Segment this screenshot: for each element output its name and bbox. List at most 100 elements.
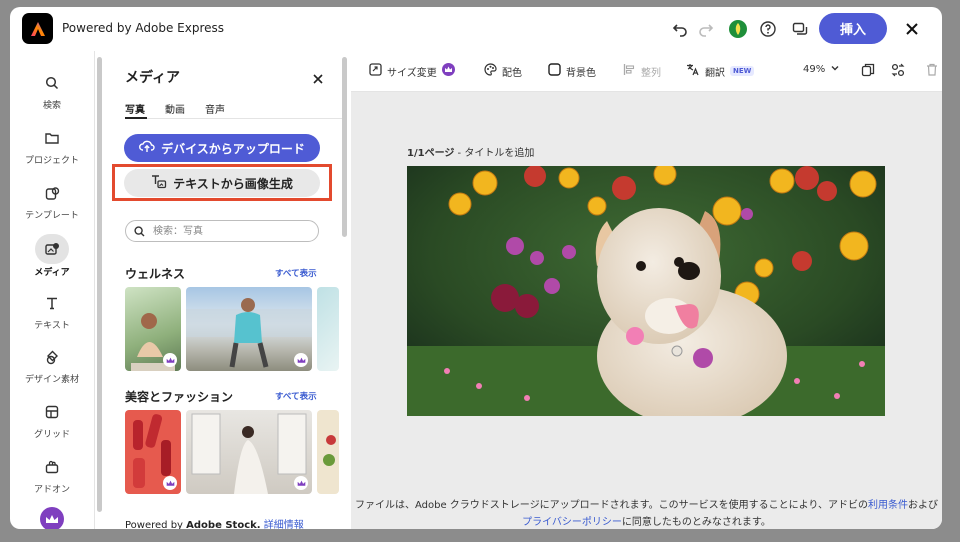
rail-item-label: デザイン素材 xyxy=(24,375,79,385)
align-button[interactable]: 整列 xyxy=(623,63,661,79)
beauty-thumbnail-3[interactable] xyxy=(317,410,339,494)
text-icon xyxy=(38,289,66,317)
rail-item-grid[interactable]: グリッド xyxy=(10,392,94,442)
tab-audio[interactable]: 音声 xyxy=(205,101,225,116)
tab-photos[interactable]: 写真 xyxy=(125,101,145,116)
media-icon xyxy=(35,234,69,264)
rail-item-label: アドオン xyxy=(33,485,70,495)
panel-close-icon[interactable] xyxy=(313,69,323,88)
notice-text-1: ファイルは、Adobe クラウドストレージにアップロードされます。このサービスを… xyxy=(354,500,868,511)
see-all-beauty-link[interactable]: すべて表示 xyxy=(275,390,317,402)
panel-footer: Powered by Adobe Stock. 詳細情報 xyxy=(125,516,304,529)
palette-icon xyxy=(484,63,497,79)
rail-item-label: プロジェクト xyxy=(24,156,79,166)
tab-videos[interactable]: 動画 xyxy=(165,101,185,116)
annotation-highlight-box xyxy=(112,164,332,201)
page-number: 1/1ページ xyxy=(407,148,455,159)
align-icon xyxy=(623,63,636,79)
media-panel: メディア 写真 動画 音声 デバイスからアップロード テキストから画像生成 ウェ… xyxy=(107,51,347,529)
notice-text-2: および xyxy=(908,500,938,511)
dog-garden-image[interactable] xyxy=(407,162,885,426)
shapes-icon xyxy=(38,343,66,371)
adobe-express-modal: Powered by Adobe Express 挿入 検索 プロジェクト テン… xyxy=(10,7,942,529)
rail-item-label: グリッド xyxy=(33,430,70,440)
duplicate-icon xyxy=(861,63,875,80)
add-title-text[interactable]: - タイトルを追加 xyxy=(454,148,535,159)
notice-text-3: に同意したものとみなされます。 xyxy=(621,517,771,528)
search-icon xyxy=(134,222,145,241)
flip-icon xyxy=(891,63,905,80)
grid-icon xyxy=(38,398,66,426)
premium-crown-icon xyxy=(163,353,177,367)
search-icon xyxy=(38,69,66,97)
see-all-wellness-link[interactable]: すべて表示 xyxy=(275,267,317,279)
redo-icon[interactable] xyxy=(695,18,717,40)
section-title-beauty-fashion: 美容とファッション xyxy=(125,390,234,404)
rail-item-label: 検索 xyxy=(42,101,61,111)
rail-item-text[interactable]: テキスト xyxy=(10,283,94,333)
rail-item-templates[interactable]: テンプレート xyxy=(10,173,94,223)
user-avatar-icon[interactable] xyxy=(727,18,749,40)
photo-search-box[interactable] xyxy=(125,220,319,242)
rail-item-projects[interactable]: プロジェクト xyxy=(10,118,94,168)
trash-icon xyxy=(926,63,938,79)
wellness-thumbnail-1[interactable] xyxy=(125,287,181,371)
rail-item-label: テンプレート xyxy=(25,211,79,221)
upload-terms-notice: ファイルは、Adobe クラウドストレージにアップロードされます。このサービスを… xyxy=(351,497,942,529)
app-title: Powered by Adobe Express xyxy=(62,21,224,35)
color-scheme-button[interactable]: 配色 xyxy=(484,63,522,79)
header: Powered by Adobe Express 挿入 xyxy=(10,7,942,51)
flip-button[interactable] xyxy=(891,63,905,80)
rail-scrollbar[interactable] xyxy=(97,57,102,512)
footer-prefix: Powered by xyxy=(125,520,183,529)
addon-icon xyxy=(38,453,66,481)
background-color-label: 背景色 xyxy=(566,67,596,79)
background-color-button[interactable]: 背景色 xyxy=(548,63,596,79)
insert-button[interactable]: 挿入 xyxy=(819,13,887,44)
upload-from-device-button[interactable]: デバイスからアップロード xyxy=(124,134,320,162)
comment-icon[interactable] xyxy=(789,18,811,40)
rail-item-media[interactable]: メディア xyxy=(10,228,94,278)
premium-crown-icon xyxy=(294,476,308,490)
premium-crown-icon xyxy=(163,476,177,490)
zoom-value: 49% xyxy=(803,64,826,75)
footer-brand: Adobe Stock. xyxy=(186,520,261,529)
undo-icon[interactable] xyxy=(669,18,691,40)
rail-item-addons[interactable]: アドオン xyxy=(10,447,94,497)
beauty-thumbnail-1[interactable] xyxy=(125,410,181,494)
rail-item-label: メディア xyxy=(34,268,70,278)
folder-icon xyxy=(38,124,66,152)
terms-of-use-link[interactable]: 利用条件 xyxy=(868,500,908,511)
rail-item-search[interactable]: 検索 xyxy=(10,63,94,113)
resize-button[interactable]: サイズ変更 xyxy=(369,63,455,79)
delete-button[interactable] xyxy=(926,63,938,79)
canvas-area[interactable]: 1/1ページ - タイトルを追加 ファイルは、Adobe クラウドストレージにア… xyxy=(351,92,942,529)
page-label: 1/1ページ - タイトルを追加 xyxy=(407,144,534,159)
duplicate-button[interactable] xyxy=(861,63,875,80)
beauty-thumbnail-2[interactable] xyxy=(186,410,312,494)
rail-item-design-elements[interactable]: デザイン素材 xyxy=(10,337,94,387)
color-scheme-label: 配色 xyxy=(502,67,522,79)
background-color-icon xyxy=(548,63,561,79)
learn-more-link[interactable]: 詳細情報 xyxy=(264,520,304,529)
privacy-policy-link[interactable]: プライバシーポリシー xyxy=(522,517,622,528)
cloud-upload-icon xyxy=(139,140,155,156)
align-label: 整列 xyxy=(641,67,661,79)
photo-search-input[interactable] xyxy=(151,224,305,238)
panel-title: メディア xyxy=(125,70,181,86)
close-icon[interactable] xyxy=(901,18,923,40)
panel-scrollbar[interactable] xyxy=(342,57,347,237)
zoom-select[interactable]: 49% xyxy=(803,63,840,76)
wellness-thumbnail-2[interactable] xyxy=(186,287,312,371)
wellness-thumbnail-3[interactable] xyxy=(317,287,339,371)
upload-label: デバイスからアップロード xyxy=(161,141,305,156)
translate-icon xyxy=(686,63,700,79)
translate-button[interactable]: 翻訳 NEW xyxy=(686,63,755,79)
left-rail: 検索 プロジェクト テンプレート メディア テキスト デザイン素材 グリッド ア… xyxy=(10,51,95,529)
new-badge: NEW xyxy=(730,66,755,76)
tab-active-indicator xyxy=(125,117,147,119)
premium-crown-icon[interactable] xyxy=(40,507,64,529)
tab-divider xyxy=(125,118,347,119)
premium-crown-icon xyxy=(294,353,308,367)
help-icon[interactable] xyxy=(757,18,779,40)
